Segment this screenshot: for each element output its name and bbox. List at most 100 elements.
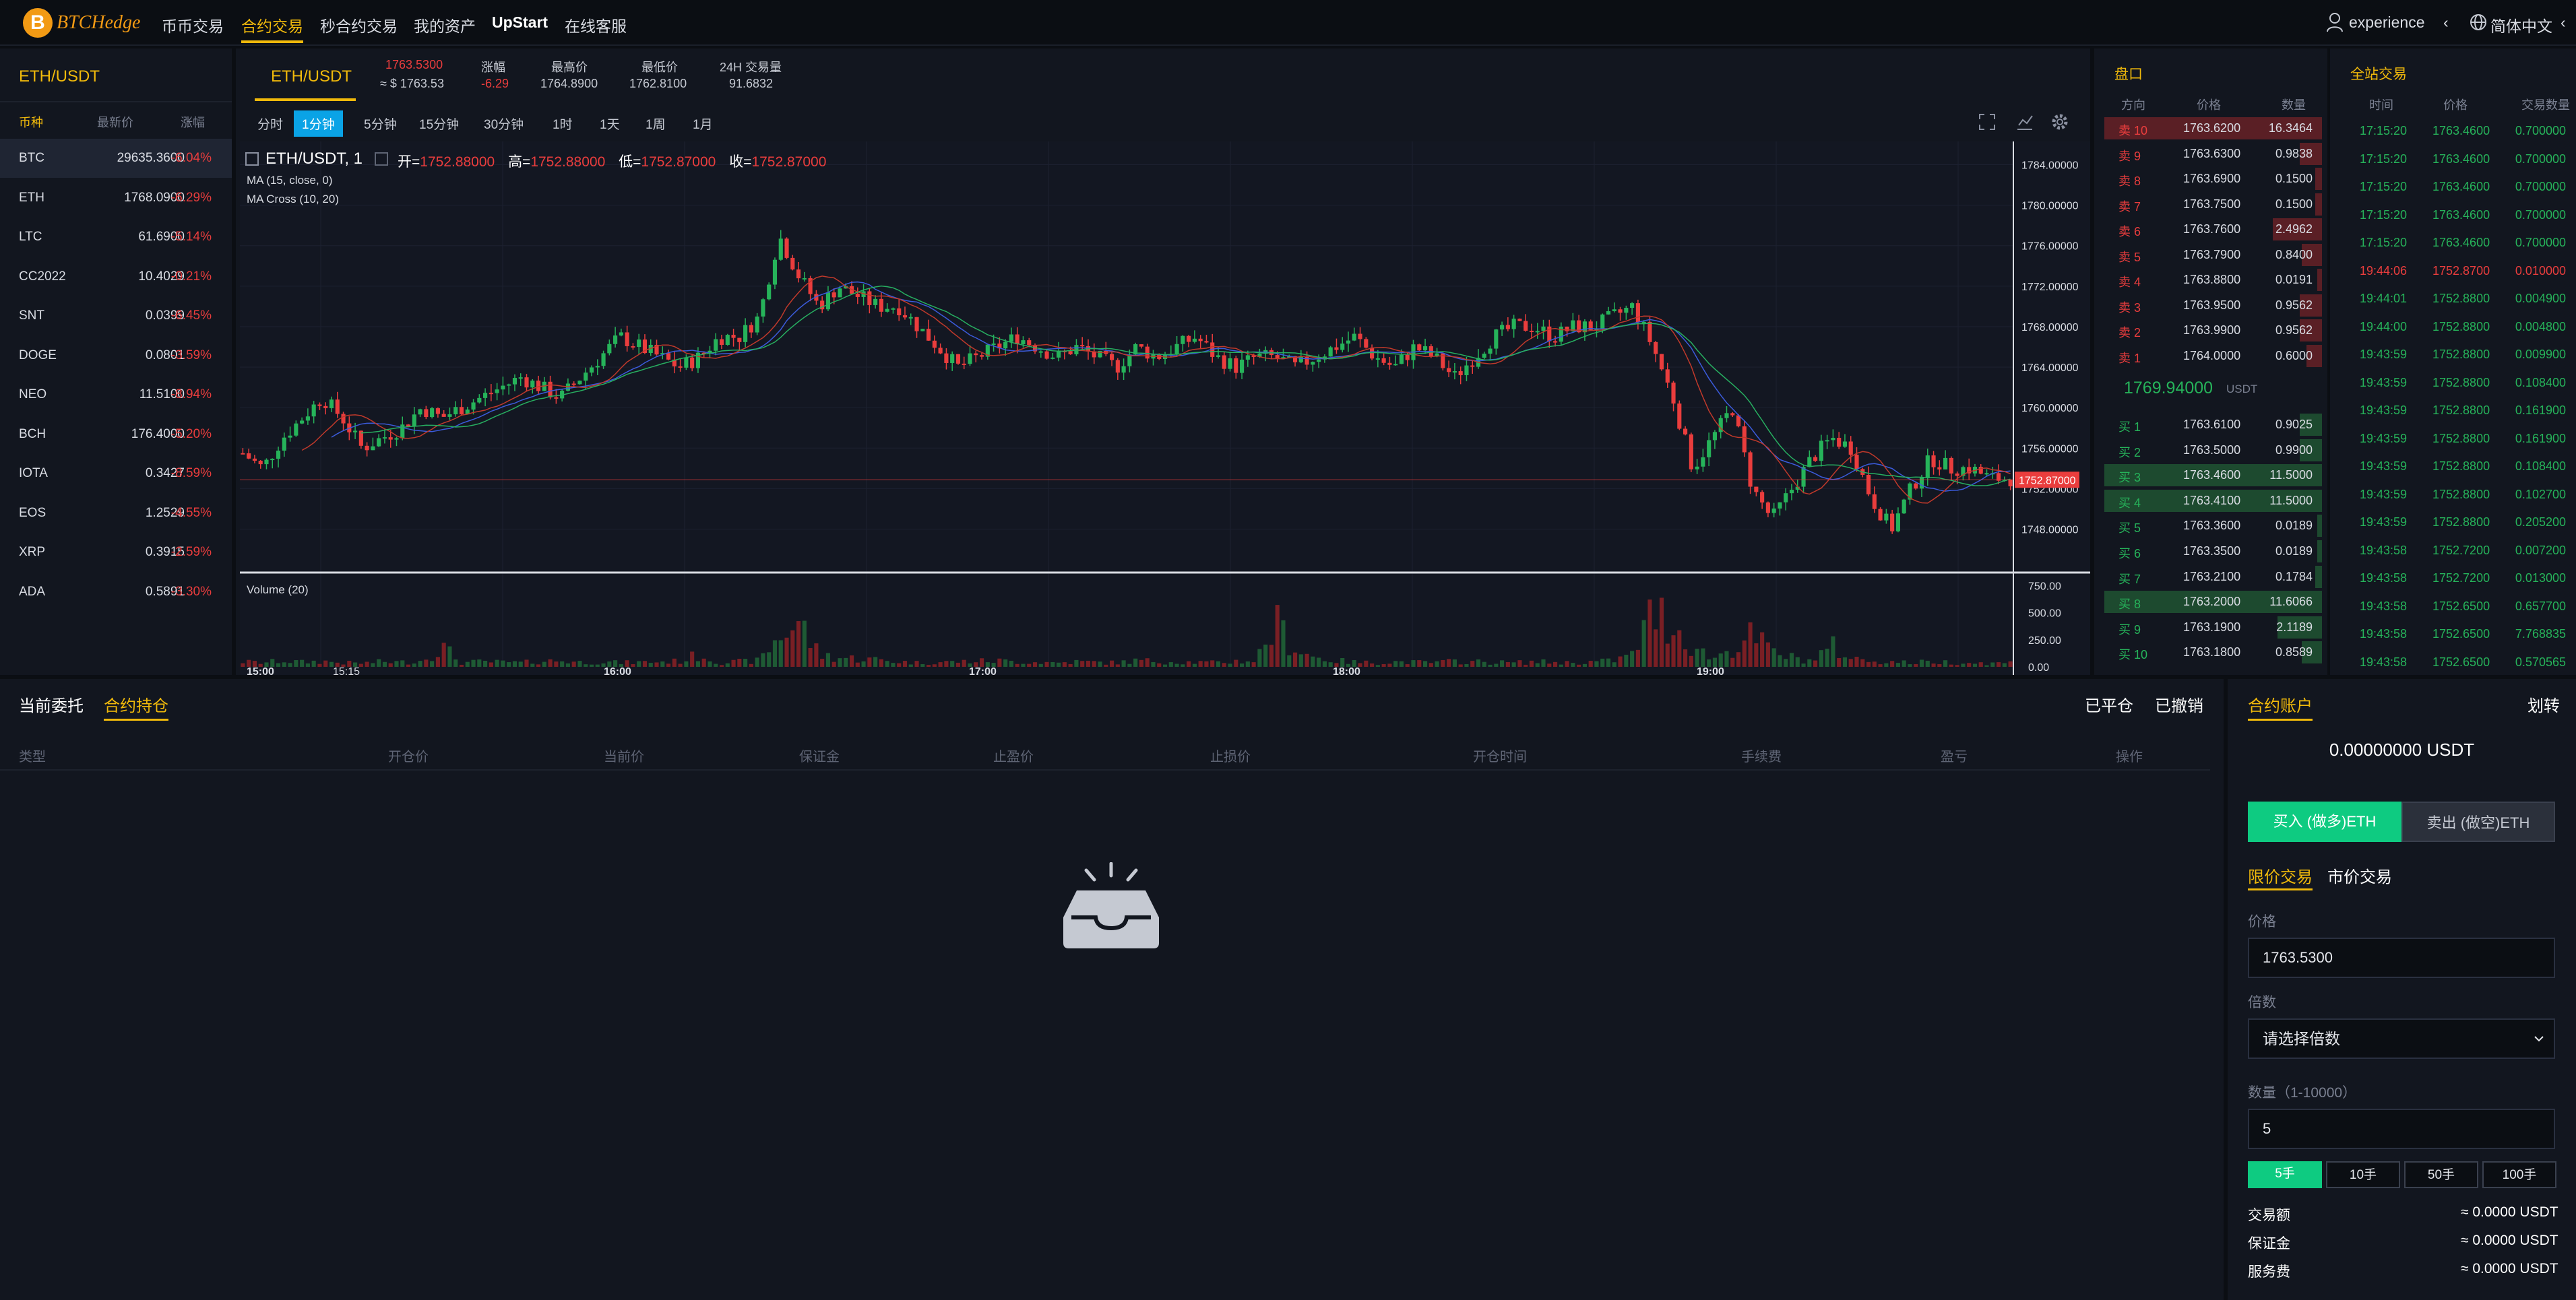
orderbook-sell-row[interactable]: 卖 9 1763.6300 0.9838: [2094, 141, 2327, 166]
timeframe-6[interactable]: 1天: [592, 110, 628, 137]
market-row[interactable]: BCH 176.4000 -5.20%: [0, 415, 232, 454]
market-row[interactable]: IOTA 0.3427 -8.59%: [0, 454, 232, 493]
market-row[interactable]: NEO 11.5100 -8.94%: [0, 375, 232, 414]
nav-contract-trading[interactable]: 合约交易: [241, 13, 303, 43]
price-input[interactable]: [2248, 938, 2555, 978]
orderbook-buy-row[interactable]: 买 3 1763.4600 11.5000: [2094, 463, 2327, 488]
candle-body: [831, 292, 836, 298]
orderbook-buy-row[interactable]: 买 8 1763.2000 11.6066: [2094, 589, 2327, 614]
buy-long-button[interactable]: 买入 (做多)ETH: [2248, 802, 2401, 842]
candle-body: [1181, 335, 1185, 344]
user-caret-icon[interactable]: ‹: [2443, 13, 2449, 32]
tab-contract-positions[interactable]: 合约持仓: [104, 692, 168, 721]
timeframe-3[interactable]: 15分钟: [411, 110, 467, 137]
orderbook-sell-row[interactable]: 卖 1 1764.0000 0.6000: [2094, 344, 2327, 368]
language-caret-icon[interactable]: ‹: [2561, 13, 2566, 32]
timeframe-8[interactable]: 1月: [685, 110, 721, 137]
tab-market-order[interactable]: 市价交易: [2327, 864, 2392, 887]
market-row[interactable]: ADA 0.5891 -3.30%: [0, 573, 232, 612]
lot-button[interactable]: 10手: [2326, 1161, 2400, 1188]
volume-bar: [654, 662, 659, 667]
trade-time: 19:43:59: [2360, 348, 2408, 361]
orderbook-sell-row[interactable]: 卖 7 1763.7500 0.1500: [2094, 192, 2327, 217]
market-row[interactable]: DOGE 0.0801 -3.59%: [0, 336, 232, 375]
user-icon[interactable]: [2326, 12, 2344, 32]
orderbook-sell-row[interactable]: 卖 4 1763.8800 0.0191: [2094, 267, 2327, 292]
candle-body: [772, 259, 778, 285]
orderbook-buy-row[interactable]: 买 2 1763.5000 0.9900: [2094, 438, 2327, 463]
sell-price: 1763.9900: [2183, 323, 2241, 337]
trade-price: 1752.8800: [2432, 375, 2490, 389]
volume-bar: [772, 640, 778, 667]
quantity-input[interactable]: [2248, 1109, 2555, 1149]
account-title[interactable]: 合约账户: [2248, 692, 2313, 721]
timeframe-5[interactable]: 1时: [544, 110, 581, 137]
orderbook-sell-row[interactable]: 卖 3 1763.9500 0.9562: [2094, 293, 2327, 318]
timeframe-0[interactable]: 分时: [249, 110, 291, 137]
volume-bar: [1848, 659, 1853, 667]
market-row[interactable]: SNT 0.0399 -6.45%: [0, 296, 232, 335]
nav-spot-trading[interactable]: 币币交易: [162, 13, 224, 36]
lot-button[interactable]: 50手: [2404, 1161, 2478, 1188]
ma-legend[interactable]: MA (15, close, 0): [247, 174, 333, 187]
lot-button[interactable]: 5手: [2248, 1161, 2322, 1188]
orderbook-buy-row[interactable]: 买 1 1763.6100 0.9025: [2094, 412, 2327, 437]
leverage-select[interactable]: 请选择倍数: [2248, 1018, 2555, 1059]
timeframe-1[interactable]: 1分钟: [294, 110, 343, 137]
tab-closed[interactable]: 已平仓: [2085, 692, 2133, 716]
logo-text[interactable]: BTCHedge: [57, 12, 140, 34]
market-row[interactable]: CC2022 10.4029 -0.21%: [0, 257, 232, 296]
orderbook-sell-row[interactable]: 卖 5 1763.7900 0.8400: [2094, 242, 2327, 267]
orderbook-sell-row[interactable]: 卖 8 1763.6900 0.1500: [2094, 166, 2327, 191]
market-row[interactable]: EOS 1.2529 -4.55%: [0, 494, 232, 533]
volume-bar: [997, 658, 1002, 667]
candle-body: [1730, 413, 1735, 416]
orderbook-buy-row[interactable]: 买 4 1763.4100 11.5000: [2094, 488, 2327, 513]
market-row[interactable]: ETH 1768.0900 -6.29%: [0, 178, 232, 218]
nav-upstart[interactable]: UpStart: [492, 13, 548, 32]
nav-seconds-contract[interactable]: 秒合约交易: [320, 13, 398, 36]
fullscreen-icon[interactable]: [1977, 112, 1997, 132]
orderbook-buy-row[interactable]: 买 9 1763.1900 2.1189: [2094, 615, 2327, 640]
orderbook-sell-row[interactable]: 卖 10 1763.6200 16.3464: [2094, 116, 2327, 141]
volume-legend[interactable]: Volume (20): [247, 583, 309, 597]
nav-my-assets[interactable]: 我的资产: [414, 13, 476, 36]
volume-bar: [1961, 663, 1966, 667]
globe-icon[interactable]: [2470, 13, 2487, 31]
tab-current-orders[interactable]: 当前委托: [19, 692, 84, 716]
market-row[interactable]: XRP 0.3915 -2.59%: [0, 533, 232, 572]
candle-body: [483, 393, 488, 398]
time-axis-label: 15:00: [247, 666, 274, 675]
market-row[interactable]: BTC 29635.3600 -6.04%: [0, 139, 232, 178]
volume-bar: [950, 661, 955, 667]
collapse-legend-icon[interactable]: [245, 152, 259, 166]
timeframe-7[interactable]: 1周: [637, 110, 674, 137]
market-row[interactable]: LTC 61.6900 -5.14%: [0, 218, 232, 257]
macross-legend[interactable]: MA Cross (10, 20): [247, 193, 339, 206]
sell-short-button[interactable]: 卖出 (做空)ETH: [2401, 802, 2555, 842]
price-axis-label: 1760.00000: [2021, 403, 2079, 414]
buy-qty: 0.8589: [2275, 645, 2313, 659]
chart-area[interactable]: 1784.00000 1780.00000 1776.00000 1772.00000…: [240, 141, 2090, 678]
language-selector[interactable]: 简体中文: [2490, 13, 2552, 36]
lot-button[interactable]: 100手: [2482, 1161, 2556, 1188]
user-name[interactable]: experience: [2349, 13, 2425, 32]
orderbook-buy-row[interactable]: 买 6 1763.3500 0.0189: [2094, 539, 2327, 564]
tab-limit-order[interactable]: 限价交易: [2248, 864, 2313, 890]
indicator-icon[interactable]: [2015, 112, 2035, 132]
orderbook-buy-row[interactable]: 买 5 1763.3600 0.0189: [2094, 513, 2327, 538]
timeframe-4[interactable]: 30分钟: [476, 110, 532, 137]
orderbook-sell-row[interactable]: 卖 2 1763.9900 0.9562: [2094, 318, 2327, 343]
logo-icon[interactable]: B: [23, 8, 53, 38]
settings-gear-icon[interactable]: [2050, 112, 2070, 132]
orderbook-buy-row[interactable]: 买 10 1763.1800 0.8589: [2094, 640, 2327, 665]
orderbook-sell-row[interactable]: 卖 6 1763.7600 2.4962: [2094, 217, 2327, 242]
transfer-link[interactable]: 划转: [2527, 692, 2560, 716]
timeframe-2[interactable]: 5分钟: [356, 110, 405, 137]
candlestick-chart[interactable]: 1784.00000 1780.00000 1776.00000 1772.00000…: [240, 141, 2090, 678]
orderbook-buy-row[interactable]: 买 7 1763.2100 0.1784: [2094, 564, 2327, 589]
volume-bar: [412, 663, 416, 667]
nav-online-support[interactable]: 在线客服: [565, 13, 627, 36]
legend-settings-icon[interactable]: [375, 152, 388, 166]
tab-cancelled[interactable]: 已撤销: [2155, 692, 2203, 716]
